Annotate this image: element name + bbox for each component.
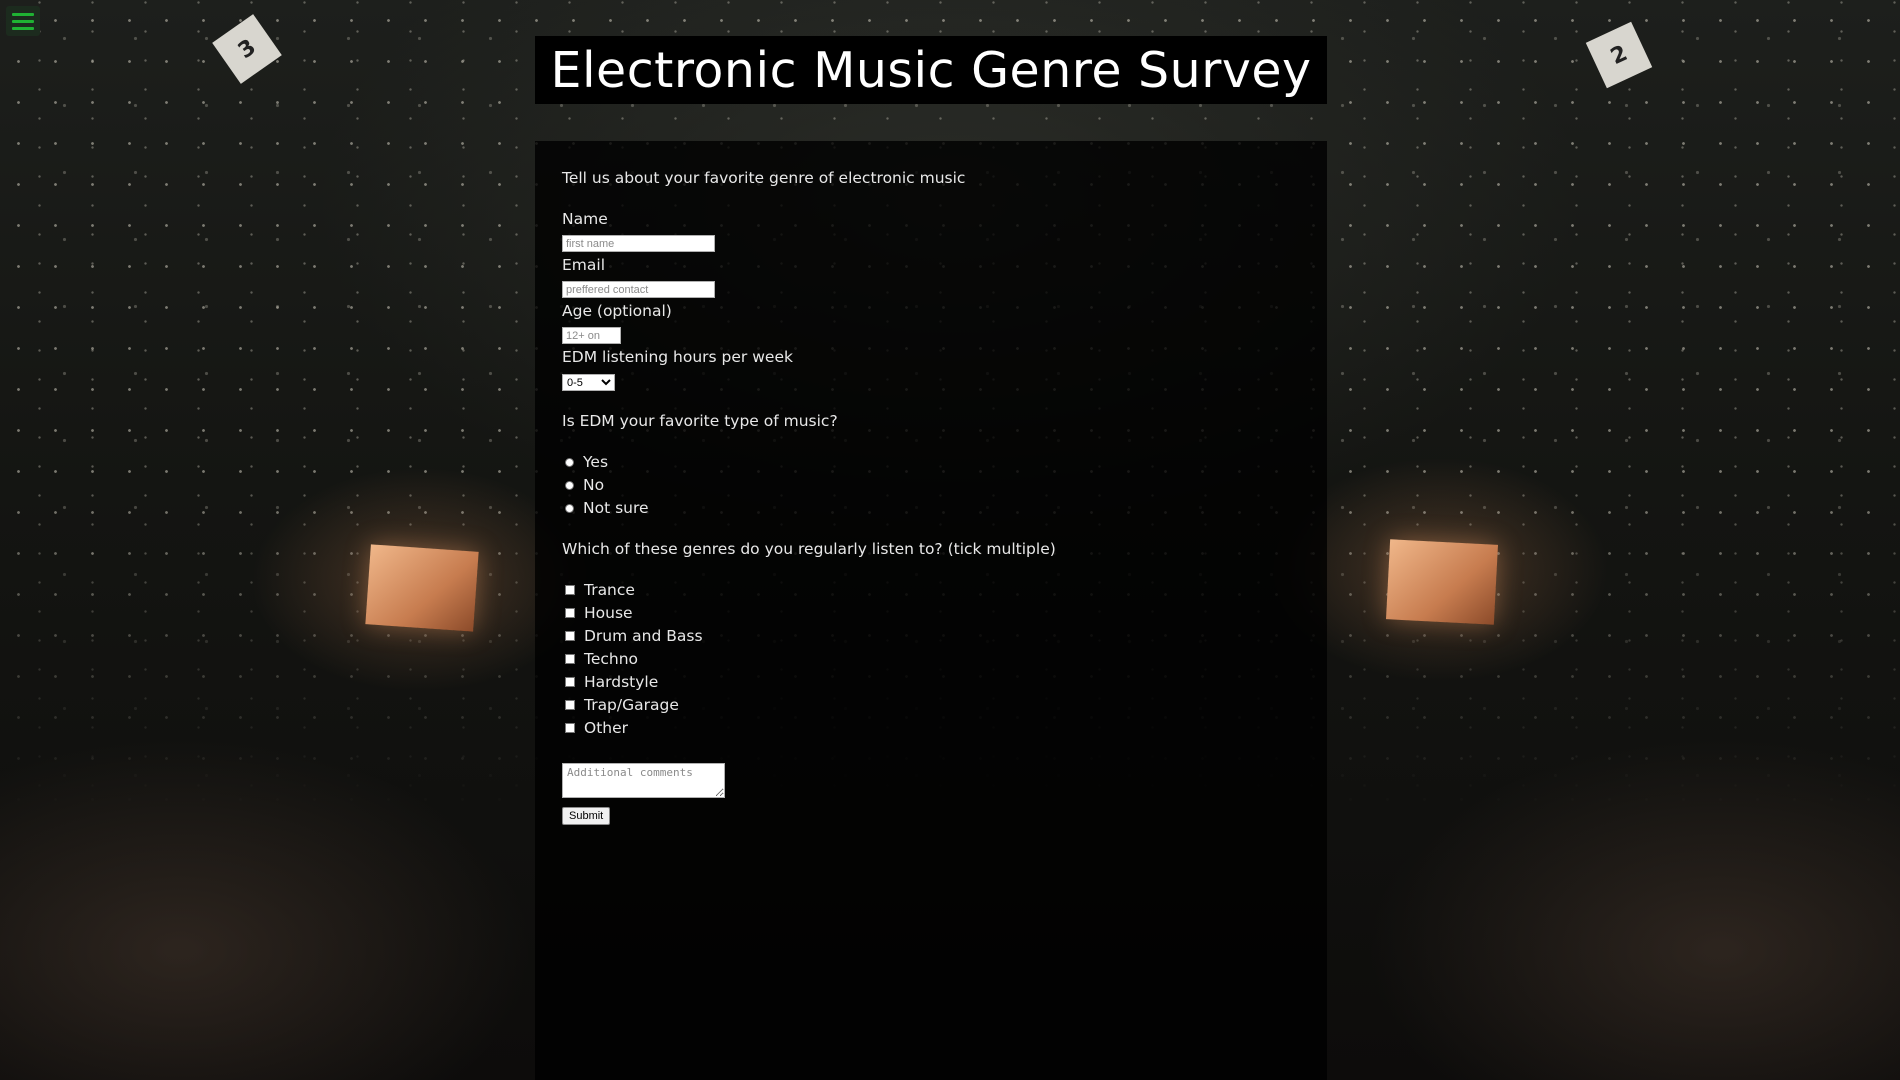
checkbox-label: Drum and Bass <box>584 627 703 645</box>
hours-label: EDM listening hours per week <box>562 348 793 366</box>
checkbox-option[interactable]: Hardstyle <box>565 673 658 691</box>
survey-form: Tell us about your favorite genre of ele… <box>535 141 1327 1080</box>
checkbox[interactable] <box>565 585 575 595</box>
checkbox-label: House <box>584 604 633 622</box>
hours-select[interactable]: 0-5 <box>562 374 615 391</box>
checkbox[interactable] <box>565 608 575 618</box>
radio-label: Yes <box>583 453 609 471</box>
checkbox[interactable] <box>565 631 575 641</box>
favorite-question: Is EDM your favorite type of music? <box>562 412 838 430</box>
radio-button[interactable] <box>565 480 574 490</box>
radio-label: Not sure <box>583 499 649 517</box>
radio-button[interactable] <box>565 503 574 513</box>
checkbox-label: Trap/Garage <box>584 696 679 714</box>
comments-textarea[interactable] <box>562 763 725 798</box>
checkbox-option[interactable]: Trance <box>565 581 635 599</box>
checkbox[interactable] <box>565 700 575 710</box>
checkbox-option[interactable]: Drum and Bass <box>565 627 703 645</box>
checkbox[interactable] <box>565 677 575 687</box>
radio-label: No <box>583 476 605 494</box>
name-label: Name <box>562 210 608 228</box>
survey-intro: Tell us about your favorite genre of ele… <box>562 169 966 187</box>
checkbox[interactable] <box>565 654 575 664</box>
page-title: Electronic Music Genre Survey <box>550 41 1312 99</box>
checkbox-label: Hardstyle <box>584 673 659 691</box>
checkbox-option[interactable]: Trap/Garage <box>565 696 679 714</box>
checkbox-label: Trance <box>584 581 635 599</box>
radio-button[interactable] <box>565 457 574 467</box>
email-label: Email <box>562 256 606 274</box>
radio-option[interactable]: No <box>565 476 604 494</box>
name-input[interactable] <box>562 235 715 252</box>
checkbox-option[interactable]: Techno <box>565 650 638 668</box>
stage-screen-left <box>365 544 479 632</box>
checkbox-option[interactable]: Other <box>565 719 628 737</box>
email-input[interactable] <box>562 281 715 298</box>
genres-question: Which of these genres do you regularly l… <box>562 540 1056 558</box>
checkbox-label: Other <box>584 719 629 737</box>
checkbox[interactable] <box>565 723 575 733</box>
page-header: Electronic Music Genre Survey <box>535 36 1327 104</box>
checkbox-label: Techno <box>584 650 639 668</box>
checkbox-option[interactable]: House <box>565 604 633 622</box>
submit-button[interactable]: Submit <box>562 807 611 825</box>
radio-option[interactable]: Not sure <box>565 499 649 517</box>
stage-screen-right <box>1385 539 1499 625</box>
age-label: Age (optional) <box>562 302 672 320</box>
age-input[interactable] <box>562 327 621 344</box>
radio-option[interactable]: Yes <box>565 453 608 471</box>
hamburger-icon <box>12 12 34 16</box>
hamburger-menu-button[interactable] <box>6 6 40 36</box>
